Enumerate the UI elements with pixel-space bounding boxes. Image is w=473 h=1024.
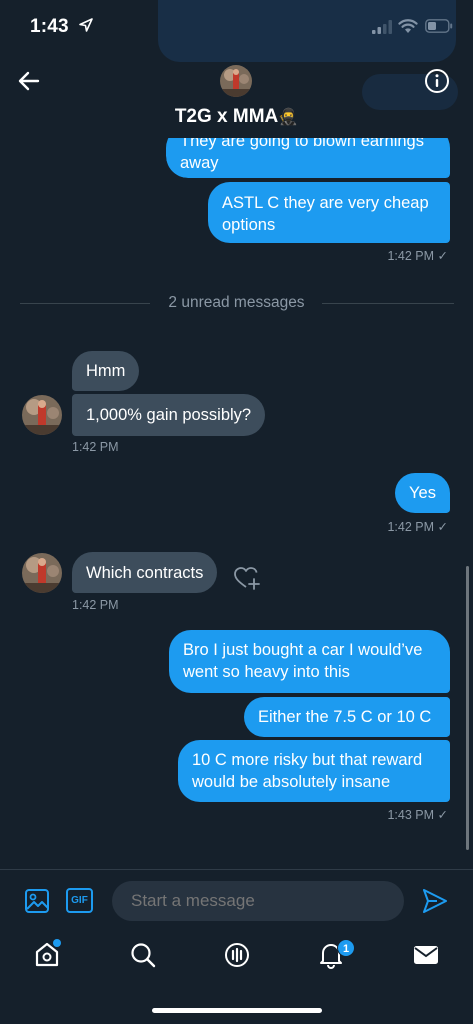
message-bubble-outgoing[interactable]: Either the 7.5 C or 10 C bbox=[244, 697, 450, 737]
message-bubble-incoming[interactable]: 1,000% gain possibly? bbox=[72, 394, 266, 436]
message-timestamp: 1:42 PM ✓ bbox=[387, 520, 448, 534]
ninja-emoji: 🥷 bbox=[278, 109, 299, 126]
tab-bar bbox=[0, 930, 473, 990]
spaces-icon[interactable] bbox=[222, 940, 252, 970]
message-timestamp: 1:42 PM ✓ bbox=[387, 249, 448, 263]
message-bubble-outgoing[interactable]: Yes bbox=[395, 473, 450, 513]
home-indicator[interactable] bbox=[152, 1008, 322, 1013]
gif-button[interactable]: GIF bbox=[66, 888, 93, 913]
scrollbar[interactable] bbox=[466, 566, 469, 850]
notifications-badge: 1 bbox=[337, 939, 355, 957]
conversation-avatar[interactable] bbox=[220, 65, 252, 97]
unread-divider-line bbox=[322, 303, 454, 304]
sender-avatar[interactable] bbox=[22, 553, 62, 593]
message-bubble-outgoing[interactable]: Bro I just bought a car I would’ve went … bbox=[169, 630, 450, 693]
message-bubble-incoming[interactable]: Which contracts bbox=[72, 552, 218, 593]
info-icon[interactable] bbox=[424, 68, 450, 94]
scrolled-message-shadow bbox=[158, 0, 456, 62]
composer-divider bbox=[0, 869, 473, 870]
add-reaction-icon[interactable] bbox=[233, 565, 261, 591]
messages-envelope-icon[interactable] bbox=[411, 940, 441, 970]
message-timestamp: 1:42 PM bbox=[72, 598, 119, 612]
message-timestamp: 1:42 PM bbox=[72, 440, 119, 454]
image-icon[interactable] bbox=[24, 888, 50, 914]
location-arrow-icon bbox=[79, 18, 93, 32]
message-timestamp: 1:43 PM ✓ bbox=[387, 808, 448, 822]
conversation-header: T2G x MMA🥷 bbox=[0, 56, 473, 136]
sender-avatar[interactable] bbox=[22, 395, 62, 435]
message-bubble-outgoing[interactable]: ASTL C they are very cheap options bbox=[208, 182, 450, 243]
status-time: 1:43 bbox=[30, 16, 69, 37]
message-bubble-outgoing[interactable]: 10 C more risky but that reward would be… bbox=[178, 740, 450, 802]
search-icon[interactable] bbox=[128, 940, 158, 970]
message-input[interactable] bbox=[112, 881, 404, 921]
back-arrow-icon[interactable] bbox=[16, 68, 42, 94]
home-new-content-dot bbox=[53, 939, 61, 947]
send-icon[interactable] bbox=[420, 886, 450, 916]
message-bubble-incoming[interactable]: Hmm bbox=[72, 351, 140, 391]
conversation-title[interactable]: T2G x MMA🥷 bbox=[0, 106, 473, 128]
